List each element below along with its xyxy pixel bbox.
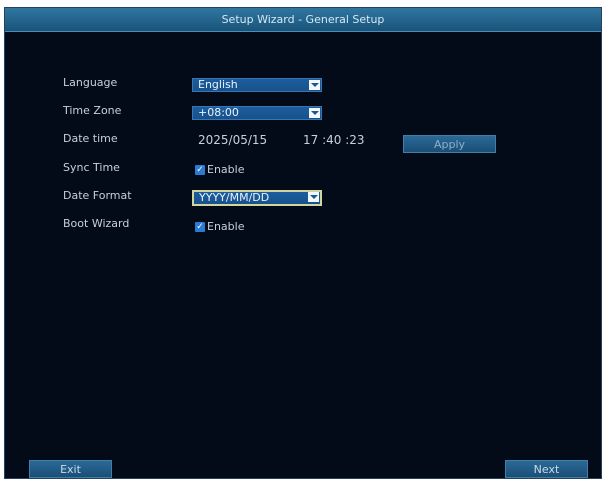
timezone-label: Time Zone bbox=[63, 104, 122, 117]
sync-time-toggle[interactable]: ✓ Enable bbox=[195, 163, 244, 176]
check-icon[interactable]: ✓ bbox=[195, 164, 205, 175]
date-format-label: Date Format bbox=[63, 189, 132, 202]
date-field[interactable]: 2025/05/15 bbox=[198, 133, 267, 147]
exit-button[interactable]: Exit bbox=[29, 460, 112, 478]
next-button-label: Next bbox=[533, 462, 560, 476]
boot-wizard-option: Enable bbox=[207, 220, 245, 233]
language-select[interactable]: English bbox=[192, 78, 322, 92]
chevron-down-icon[interactable] bbox=[309, 80, 320, 90]
time-field[interactable]: 17 :40 :23 bbox=[303, 133, 365, 147]
check-icon[interactable]: ✓ bbox=[195, 221, 205, 232]
chevron-down-icon[interactable] bbox=[309, 108, 320, 118]
language-value: English bbox=[198, 78, 238, 91]
window-title: Setup Wizard - General Setup bbox=[221, 13, 385, 26]
timezone-select[interactable]: +08:00 bbox=[192, 106, 322, 120]
apply-button[interactable]: Apply bbox=[403, 135, 496, 153]
sync-time-option: Enable bbox=[207, 163, 245, 176]
date-format-select[interactable]: YYYY/MM/DD bbox=[192, 190, 322, 206]
datetime-label: Date time bbox=[63, 132, 118, 145]
window-titlebar: Setup Wizard - General Setup bbox=[5, 8, 601, 32]
date-format-value: YYYY/MM/DD bbox=[199, 191, 270, 204]
boot-wizard-label: Boot Wizard bbox=[63, 217, 130, 230]
setup-wizard-window: Setup Wizard - General Setup Language En… bbox=[4, 7, 602, 479]
timezone-value: +08:00 bbox=[198, 106, 239, 119]
next-button[interactable]: Next bbox=[505, 460, 588, 478]
apply-button-label: Apply bbox=[433, 137, 466, 151]
boot-wizard-toggle[interactable]: ✓ Enable bbox=[195, 220, 244, 233]
chevron-down-icon[interactable] bbox=[308, 192, 319, 202]
exit-button-label: Exit bbox=[60, 462, 81, 476]
sync-time-label: Sync Time bbox=[63, 161, 120, 174]
language-label: Language bbox=[63, 76, 118, 89]
